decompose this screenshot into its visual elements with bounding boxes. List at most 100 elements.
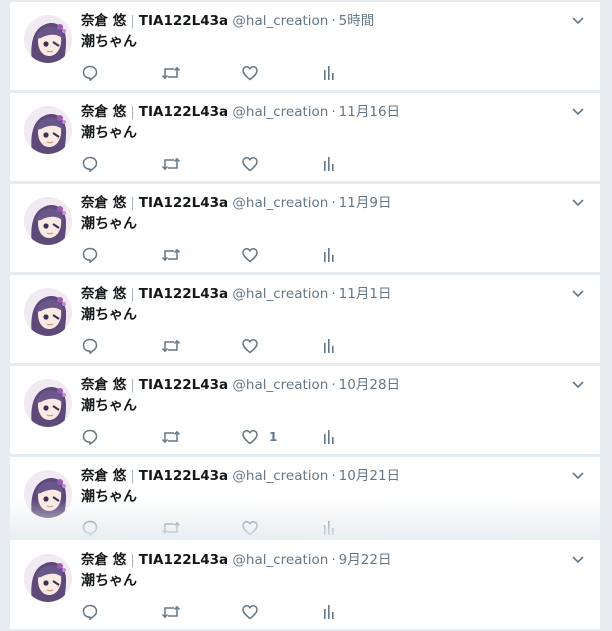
reply-icon xyxy=(82,520,98,537)
reply-button[interactable] xyxy=(81,519,99,537)
chevron-down-icon[interactable] xyxy=(572,290,584,298)
timeline: 奈倉 悠 | TIA122L43a @hal_creation · 5時間 潮ちゃん xyxy=(10,0,600,631)
heart-icon xyxy=(242,66,258,81)
display-name[interactable]: TIA122L43a xyxy=(139,552,228,568)
user-handle[interactable]: @hal_creation xyxy=(232,552,328,568)
analytics-button[interactable] xyxy=(322,246,336,264)
tweet-card[interactable]: 奈倉 悠 | TIA122L43a @hal_creation · 10月21日 潮ちゃ… xyxy=(10,457,600,546)
reply-button[interactable] xyxy=(81,246,99,264)
retweet-icon xyxy=(161,157,181,171)
like-button[interactable] xyxy=(241,603,269,621)
user-name[interactable]: 奈倉 悠 xyxy=(81,104,126,120)
user-name[interactable]: 奈倉 悠 xyxy=(81,195,126,211)
avatar[interactable] xyxy=(24,288,72,336)
display-name[interactable]: TIA122L43a xyxy=(139,104,228,120)
retweet-button[interactable] xyxy=(161,428,181,446)
like-count: 1 xyxy=(269,430,278,444)
tweet-timestamp[interactable]: 10月21日 xyxy=(339,468,400,484)
user-name[interactable]: 奈倉 悠 xyxy=(81,286,126,302)
retweet-icon xyxy=(161,66,181,80)
tweet-text: 潮ちゃん xyxy=(81,125,137,141)
retweet-button[interactable] xyxy=(161,246,181,264)
user-name[interactable]: 奈倉 悠 xyxy=(81,468,126,484)
user-handle[interactable]: @hal_creation xyxy=(232,377,328,393)
tweet-card[interactable]: 奈倉 悠 | TIA122L43a @hal_creation · 11月9日 潮ちゃん xyxy=(10,184,600,273)
user-handle[interactable]: @hal_creation xyxy=(232,195,328,211)
user-name[interactable]: 奈倉 悠 xyxy=(81,13,126,29)
like-button[interactable] xyxy=(241,337,269,355)
display-name[interactable]: TIA122L43a xyxy=(139,286,228,302)
reply-icon xyxy=(82,247,98,264)
analytics-icon xyxy=(324,430,334,444)
tweet-header: 奈倉 悠 | TIA122L43a @hal_creation · 11月9日 xyxy=(81,194,560,212)
chevron-down-icon[interactable] xyxy=(572,381,584,389)
tweet-card[interactable]: 奈倉 悠 | TIA122L43a @hal_creation · 9月22日 潮ちゃん xyxy=(10,541,600,630)
like-button[interactable] xyxy=(241,246,269,264)
analytics-button[interactable] xyxy=(322,519,336,537)
tweet-timestamp[interactable]: 11月1日 xyxy=(339,286,392,302)
avatar[interactable] xyxy=(24,15,72,63)
name-separator: | xyxy=(130,468,135,484)
heart-icon xyxy=(242,605,258,620)
tweet-card[interactable]: 奈倉 悠 | TIA122L43a @hal_creation · 11月16日 潮ちゃ… xyxy=(10,93,600,182)
user-name[interactable]: 奈倉 悠 xyxy=(81,377,126,393)
user-handle[interactable]: @hal_creation xyxy=(232,13,328,29)
avatar[interactable] xyxy=(24,106,72,154)
reply-button[interactable] xyxy=(81,64,99,82)
display-name[interactable]: TIA122L43a xyxy=(139,13,228,29)
retweet-button[interactable] xyxy=(161,337,181,355)
name-separator: | xyxy=(130,13,135,29)
heart-icon xyxy=(242,521,258,536)
user-handle[interactable]: @hal_creation xyxy=(232,286,328,302)
reply-button[interactable] xyxy=(81,337,99,355)
analytics-button[interactable] xyxy=(322,337,336,355)
retweet-button[interactable] xyxy=(161,603,181,621)
tweet-text: 潮ちゃん xyxy=(81,34,137,50)
retweet-button[interactable] xyxy=(161,155,181,173)
chevron-down-icon[interactable] xyxy=(572,556,584,564)
like-button[interactable]: 1 xyxy=(241,428,277,446)
analytics-button[interactable] xyxy=(322,155,336,173)
like-button[interactable] xyxy=(241,155,269,173)
analytics-button[interactable] xyxy=(322,428,336,446)
chevron-down-icon[interactable] xyxy=(572,108,584,116)
avatar[interactable] xyxy=(24,554,72,602)
user-handle[interactable]: @hal_creation xyxy=(232,104,328,120)
tweet-card[interactable]: 奈倉 悠 | TIA122L43a @hal_creation · 10月28日 潮ちゃ… xyxy=(10,366,600,455)
reply-button[interactable] xyxy=(81,603,99,621)
reply-button[interactable] xyxy=(81,428,99,446)
retweet-button[interactable] xyxy=(161,64,181,82)
like-button[interactable] xyxy=(241,64,269,82)
display-name[interactable]: TIA122L43a xyxy=(139,195,228,211)
display-name[interactable]: TIA122L43a xyxy=(139,468,228,484)
tweet-timestamp[interactable]: 11月9日 xyxy=(339,195,392,211)
tweet-header: 奈倉 悠 | TIA122L43a @hal_creation · 10月28日 xyxy=(81,376,560,394)
tweet-timestamp[interactable]: 9月22日 xyxy=(339,552,392,568)
tweet-actions xyxy=(81,246,401,264)
tweet-timestamp[interactable]: 5時間 xyxy=(339,13,375,29)
avatar[interactable] xyxy=(24,470,72,518)
retweet-button[interactable] xyxy=(161,519,181,537)
chevron-down-icon[interactable] xyxy=(572,17,584,25)
user-name[interactable]: 奈倉 悠 xyxy=(81,552,126,568)
tweet-timestamp[interactable]: 10月28日 xyxy=(339,377,400,393)
like-button[interactable] xyxy=(241,519,269,537)
time-separator: · xyxy=(331,195,336,211)
display-name[interactable]: TIA122L43a xyxy=(139,377,228,393)
tweet-timestamp[interactable]: 11月16日 xyxy=(339,104,400,120)
chevron-down-icon[interactable] xyxy=(572,199,584,207)
chevron-down-icon[interactable] xyxy=(572,472,584,480)
analytics-button[interactable] xyxy=(322,603,336,621)
analytics-button[interactable] xyxy=(322,64,336,82)
tweet-actions xyxy=(81,64,401,82)
avatar[interactable] xyxy=(24,197,72,245)
tweet-header: 奈倉 悠 | TIA122L43a @hal_creation · 9月22日 xyxy=(81,551,560,569)
user-handle[interactable]: @hal_creation xyxy=(232,468,328,484)
tweet-card[interactable]: 奈倉 悠 | TIA122L43a @hal_creation · 5時間 潮ちゃん xyxy=(10,2,600,91)
reply-button[interactable] xyxy=(81,155,99,173)
retweet-icon xyxy=(161,248,181,262)
tweet-card[interactable]: 奈倉 悠 | TIA122L43a @hal_creation · 11月1日 潮ちゃん xyxy=(10,275,600,364)
analytics-icon xyxy=(324,66,334,80)
tweet-text: 潮ちゃん xyxy=(81,489,137,505)
avatar[interactable] xyxy=(24,379,72,427)
